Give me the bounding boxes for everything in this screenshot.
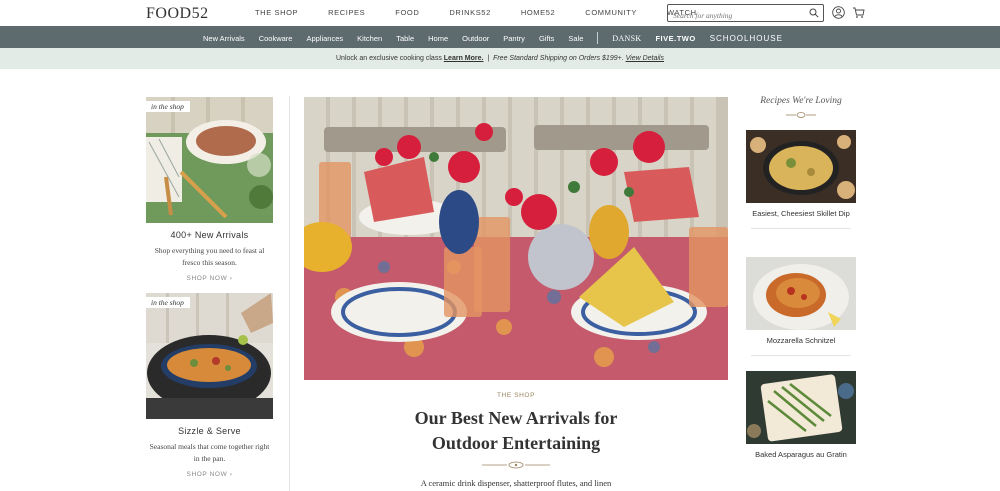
site-header: FOOD52 THE SHOP RECIPES FOOD DRINKS52 HO…: [0, 0, 1000, 26]
recipe-image[interactable]: [746, 257, 856, 330]
card-title[interactable]: 400+ New Arrivals: [146, 230, 273, 240]
recipe-image[interactable]: [746, 371, 856, 444]
brand-dansk[interactable]: DANSK: [612, 34, 641, 43]
hero-kicker[interactable]: THE SHOP: [304, 392, 728, 399]
category-bar: New Arrivals Cookware Appliances Kitchen…: [0, 26, 1000, 48]
asparagus-gratin-photo: [746, 371, 856, 444]
category-outdoor[interactable]: Outdoor: [462, 34, 489, 43]
view-details-link[interactable]: View Details: [626, 55, 664, 62]
category-divider: [597, 32, 599, 44]
table-setting-image: [146, 97, 273, 223]
search-box: [667, 4, 824, 24]
decorative-flourish-icon: [482, 461, 550, 469]
hero-headline-line1: Our Best New Arrivals for: [414, 408, 618, 428]
recipe-card[interactable]: Baked Asparagus au Gratin: [746, 371, 856, 461]
hero-image[interactable]: [304, 97, 728, 380]
nav-recipes[interactable]: RECIPES: [328, 8, 365, 17]
category-new-arrivals[interactable]: New Arrivals: [203, 34, 245, 43]
recipe-image[interactable]: [746, 130, 856, 203]
recipe-card[interactable]: Easiest, Cheesiest Skillet Dip: [746, 130, 856, 229]
card-image[interactable]: in the shop: [146, 293, 273, 419]
chevron-right-icon: ›: [229, 471, 233, 478]
brand-five-two[interactable]: FIVE.TWO: [655, 34, 695, 43]
nav-home52[interactable]: HOME52: [521, 8, 555, 17]
shop-now-link[interactable]: SHOP NOW ›: [146, 471, 273, 478]
promo-banner: Unlock an exclusive cooking class Learn …: [0, 48, 1000, 69]
left-card-sizzle-serve[interactable]: in the shop Sizzle & Serve Seasonal meal…: [146, 293, 273, 478]
category-cookware[interactable]: Cookware: [259, 34, 293, 43]
category-pantry[interactable]: Pantry: [503, 34, 525, 43]
recipes-heading: Recipes We're Loving: [760, 96, 842, 106]
search-icon[interactable]: [809, 8, 819, 18]
brand-schoolhouse[interactable]: SCHOOLHOUSE: [710, 34, 783, 43]
recipe-title[interactable]: Mozzarella Schnitzel: [746, 335, 856, 347]
card-description: Seasonal meals that come together right …: [149, 442, 270, 463]
hero-subcopy: A ceramic drink dispenser, shatterproof …: [420, 478, 612, 488]
cart-icon[interactable]: [852, 6, 865, 19]
main-nav: THE SHOP RECIPES FOOD DRINKS52 HOME52 CO…: [255, 8, 727, 17]
recipe-separator: [751, 228, 851, 229]
nav-community[interactable]: COMMUNITY: [585, 8, 637, 17]
category-sale[interactable]: Sale: [568, 34, 583, 43]
category-kitchen[interactable]: Kitchen: [357, 34, 382, 43]
card-description: Shop everything you need to feast al fre…: [154, 246, 265, 267]
recipe-title[interactable]: Easiest, Cheesiest Skillet Dip: [746, 208, 856, 220]
shop-now-label: SHOP NOW: [186, 275, 228, 282]
promo-shipping: Free Standard Shipping on Orders $199+.: [493, 55, 624, 62]
category-gifts[interactable]: Gifts: [539, 34, 554, 43]
card-image[interactable]: in the shop: [146, 97, 273, 223]
nav-the-shop[interactable]: THE SHOP: [255, 8, 298, 17]
nav-food[interactable]: FOOD: [395, 8, 419, 17]
account-icon[interactable]: [832, 6, 845, 19]
in-the-shop-tag: in the shop: [146, 101, 190, 112]
category-home[interactable]: Home: [428, 34, 448, 43]
decorative-flourish-icon: [786, 112, 816, 118]
schnitzel-photo: [746, 257, 856, 330]
chevron-right-icon: ›: [229, 275, 233, 282]
food52-logo[interactable]: FOOD52: [146, 5, 209, 23]
promo-lead: Unlock an exclusive cooking class: [336, 55, 442, 62]
shop-now-link[interactable]: SHOP NOW ›: [146, 275, 273, 282]
nav-drinks52[interactable]: DRINKS52: [449, 8, 490, 17]
search-input[interactable]: [668, 7, 803, 24]
category-table[interactable]: Table: [396, 34, 414, 43]
promo-separator: |: [487, 55, 490, 62]
recipe-separator: [751, 355, 851, 356]
grill-pan-image: [146, 293, 273, 419]
in-the-shop-tag: in the shop: [146, 297, 190, 308]
skillet-dip-photo: [746, 130, 856, 203]
recipe-title[interactable]: Baked Asparagus au Gratin: [746, 449, 856, 461]
hero-headline[interactable]: Our Best New Arrivals for Outdoor Entert…: [304, 406, 728, 456]
left-card-new-arrivals[interactable]: in the shop 400+ New Arrivals Shop every…: [146, 97, 273, 282]
category-appliances[interactable]: Appliances: [306, 34, 343, 43]
outdoor-table-photo: [304, 97, 728, 380]
hero-headline-line2: Outdoor Entertaining: [431, 433, 601, 453]
column-divider: [289, 96, 290, 491]
learn-more-link[interactable]: Learn More.: [444, 55, 484, 62]
card-title[interactable]: Sizzle & Serve: [146, 426, 273, 436]
recipe-card[interactable]: Mozzarella Schnitzel: [746, 257, 856, 356]
shop-now-label: SHOP NOW: [186, 471, 228, 478]
